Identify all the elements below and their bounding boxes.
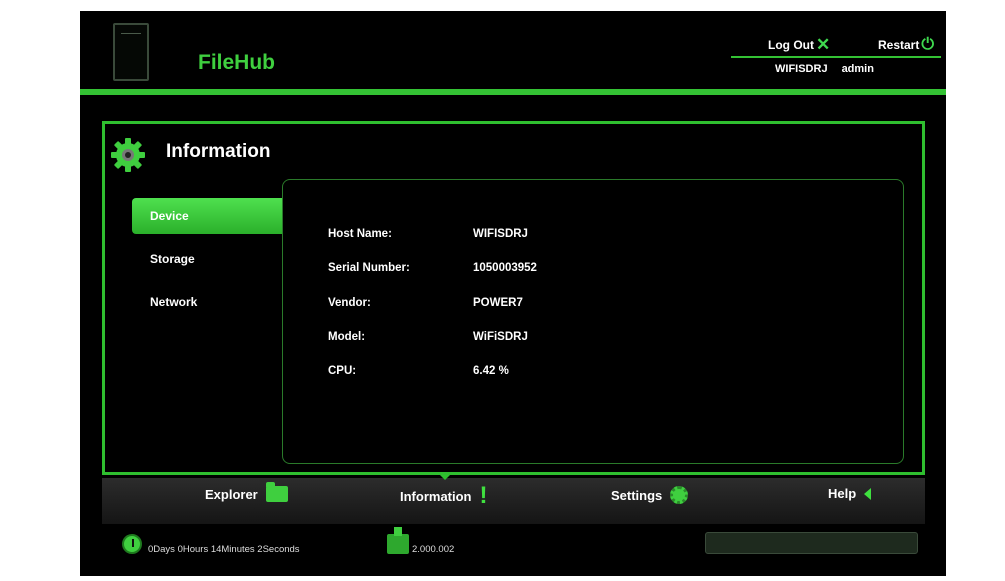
- vendor-value: POWER7: [473, 297, 523, 309]
- settings-icon: [670, 486, 689, 504]
- folder-icon: [265, 482, 288, 502]
- nav-information-label: Information: [400, 488, 472, 504]
- cpu-label: CPU:: [328, 365, 357, 377]
- close-icon: ✕: [815, 35, 831, 54]
- panel-title: Information: [166, 141, 271, 162]
- restart-label: Restart: [878, 38, 920, 52]
- serial-number-label: Serial Number:: [328, 262, 410, 274]
- host-name-label: Host Name:: [328, 228, 392, 240]
- restart-button[interactable]: Restart ⏻: [878, 36, 935, 53]
- serial-number-value: 1050003952: [473, 262, 537, 274]
- status-field: [705, 532, 918, 554]
- nav-help[interactable]: Help: [828, 486, 872, 501]
- power-icon: ⏻: [921, 36, 935, 53]
- user-name: admin: [841, 63, 874, 75]
- host-name: WIFISDRJ: [775, 63, 828, 75]
- vendor-label: Vendor:: [328, 297, 371, 309]
- host-name-value: WIFISDRJ: [473, 228, 528, 240]
- sidebar-item-device[interactable]: Device: [132, 198, 284, 234]
- cpu-value: 6.42 %: [473, 365, 509, 377]
- package-icon: [387, 527, 409, 554]
- uptime-text: 0Days 0Hours 14Minutes 2Seconds: [148, 544, 300, 555]
- version-text: 2.000.002: [412, 544, 455, 555]
- nav-explorer-label: Explorer: [205, 486, 258, 502]
- device-icon: [113, 23, 149, 81]
- model-value: WiFiSDRJ: [473, 331, 528, 343]
- clock-icon: [122, 534, 142, 554]
- nav-settings[interactable]: Settings: [611, 486, 689, 504]
- nav-information[interactable]: Information !: [400, 482, 488, 509]
- exclamation-icon: !: [479, 482, 488, 509]
- nav-help-label: Help: [828, 486, 857, 501]
- brand-title: FileHub: [198, 51, 275, 74]
- logout-label: Log Out: [768, 38, 814, 52]
- logout-button[interactable]: Log Out ✕: [768, 35, 831, 54]
- device-info-box: [282, 179, 904, 464]
- header-bar: [80, 89, 946, 95]
- sidebar-item-network[interactable]: Network: [132, 284, 284, 320]
- user-info: WIFISDRJ admin: [775, 63, 874, 75]
- gear-icon: [111, 138, 145, 172]
- sidebar-item-storage[interactable]: Storage: [132, 241, 284, 277]
- nav-settings-label: Settings: [611, 487, 663, 503]
- model-label: Model:: [328, 331, 366, 343]
- filehub-app: FileHub Log Out ✕ Restart ⏻ WIFISDRJ adm…: [80, 11, 946, 576]
- nav-explorer[interactable]: Explorer: [205, 482, 288, 502]
- header-divider: [731, 56, 941, 58]
- active-nav-indicator: [438, 473, 452, 480]
- back-arrow-icon: [864, 487, 872, 500]
